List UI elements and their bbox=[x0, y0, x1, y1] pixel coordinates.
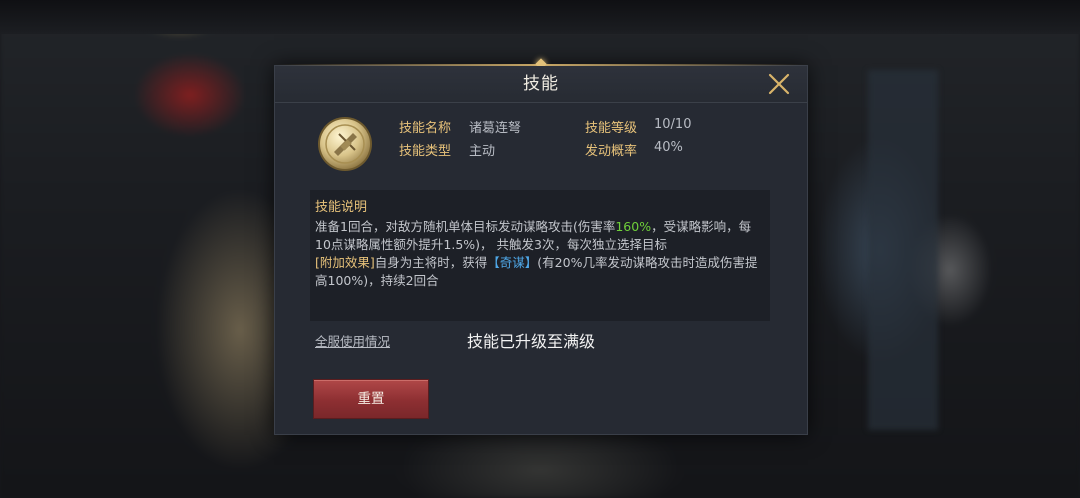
skill-name-label: 技能名称 bbox=[399, 121, 452, 136]
game-top-bar bbox=[0, 0, 1080, 34]
game-right-panel bbox=[868, 70, 938, 430]
description-heading: 技能说明 bbox=[315, 200, 368, 215]
dialog-titlebar: 技能 bbox=[275, 66, 807, 103]
trigger-chance-label: 发动概率 bbox=[585, 144, 638, 159]
server-usage-link[interactable]: 全服使用情况 bbox=[315, 331, 390, 350]
extra-effect-tag: [附加效果] bbox=[315, 255, 375, 270]
close-icon[interactable] bbox=[767, 72, 791, 96]
skill-crossbow-medallion-icon bbox=[317, 116, 373, 172]
dialog-title: 技能 bbox=[523, 74, 559, 94]
skill-level-value: 10/10 bbox=[654, 117, 692, 132]
skill-description-box: 技能说明 准备1回合，对敌方随机单体目标发动谋略攻击(伤害率160%，受谋略影响… bbox=[310, 190, 770, 321]
skill-dialog: 技能 技能名称 诸葛连弩 技能等级 10/10 技能类型 主动 发动概率 40%… bbox=[274, 58, 808, 435]
description-main-start: 准备1回合，对敌方随机单体目标发动谋略攻击(伤害率 bbox=[315, 219, 616, 234]
skill-type-value: 主动 bbox=[469, 144, 496, 159]
skill-maxed-message: 技能已升级至满级 bbox=[467, 332, 596, 351]
skill-level-label: 技能等级 bbox=[585, 121, 638, 136]
description-text: 准备1回合，对敌方随机单体目标发动谋略攻击(伤害率160%，受谋略影响，每10点… bbox=[315, 218, 765, 290]
buff-name: 【奇谋】 bbox=[487, 255, 538, 270]
skill-name-value: 诸葛连弩 bbox=[469, 121, 522, 136]
reset-button[interactable]: 重置 bbox=[313, 379, 429, 419]
extra-effect-start: 自身为主将时，获得 bbox=[374, 255, 488, 270]
trigger-chance-value: 40% bbox=[654, 140, 683, 155]
damage-rate-value: 160% bbox=[615, 219, 652, 234]
skill-type-label: 技能类型 bbox=[399, 144, 452, 159]
